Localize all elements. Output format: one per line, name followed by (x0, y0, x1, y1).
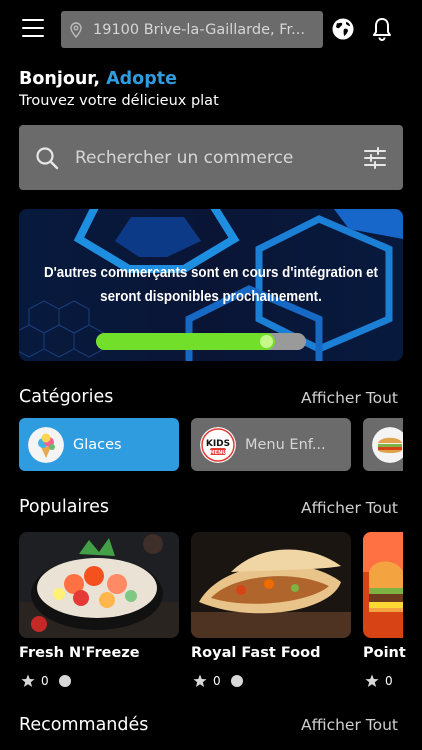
map-pin-icon (70, 21, 82, 38)
banner-message: D'autres commerçants sont en cours d'int… (34, 261, 387, 309)
top-bar: 19100 Brive-la-Gaillarde, Fr... (0, 0, 422, 60)
popular-see-all-link[interactable]: Afficher Tout (301, 499, 398, 517)
progress-knob (259, 335, 273, 348)
restaurant-name: Royal Fast Food (191, 645, 321, 661)
location-selector[interactable]: 19100 Brive-la-Gaillarde, Fr... (61, 11, 323, 48)
category-label: Glaces (73, 436, 122, 453)
location-text: 19100 Brive-la-Gaillarde, Fr... (93, 21, 305, 38)
banner-line-2: seront disponibles prochainement. (100, 289, 322, 305)
sandwich-icon (372, 426, 403, 463)
restaurant-card-fresh-n-freeze[interactable]: Fresh N'Freeze 0 (19, 532, 179, 688)
banner-line-1: D'autres commerçants sont en cours d'int… (44, 265, 378, 281)
greeting-hello: Bonjour, (19, 69, 101, 89)
globe-icon[interactable] (332, 18, 354, 40)
restaurant-rating: 0 (365, 674, 393, 688)
category-chip-partial[interactable] (363, 418, 403, 471)
progress-bar (96, 333, 306, 350)
search-icon (36, 146, 59, 169)
status-dot-icon (58, 675, 71, 687)
restaurant-rating: 0 (21, 674, 71, 688)
greeting: Bonjour, Adopte (19, 69, 177, 89)
restaurant-name: Fresh N'Freeze (19, 645, 140, 661)
categories-title: Catégories (19, 387, 114, 407)
kids-logo-subtext: MENU (210, 450, 227, 456)
kids-logo-text: KIDS (206, 439, 230, 449)
star-icon (365, 674, 379, 687)
status-dot-icon (230, 675, 243, 687)
search-bar[interactable]: Rechercher un commerce (19, 125, 403, 190)
categories-see-all-link[interactable]: Afficher Tout (301, 389, 398, 407)
rating-value: 0 (213, 674, 221, 688)
rating-value: 0 (385, 674, 393, 688)
ice-cream-icon (28, 426, 64, 463)
bell-icon[interactable] (372, 17, 392, 41)
user-name: Adopte (106, 69, 177, 89)
popular-title: Populaires (19, 497, 109, 517)
filter-icon[interactable] (363, 146, 387, 169)
star-icon (193, 674, 207, 687)
restaurant-image (191, 532, 351, 638)
recommended-title: Recommandés (19, 715, 149, 735)
category-chip-menu-enfant[interactable]: KIDS MENU Menu Enf... (191, 418, 351, 471)
search-input[interactable]: Rechercher un commerce (75, 148, 363, 168)
greeting-subtitle: Trouvez votre délicieux plat (19, 93, 219, 109)
kids-menu-logo: KIDS MENU (200, 426, 236, 463)
category-chip-glaces[interactable]: Glaces (19, 418, 179, 471)
restaurant-name: Point (363, 645, 406, 661)
star-icon (21, 674, 35, 687)
restaurant-image (363, 532, 403, 638)
recommended-see-all-link[interactable]: Afficher Tout (301, 716, 398, 734)
progress-fill (96, 333, 275, 350)
rating-value: 0 (41, 674, 49, 688)
menu-icon[interactable] (22, 19, 44, 37)
restaurant-rating: 0 (193, 674, 243, 688)
restaurant-image (19, 532, 179, 638)
restaurant-card-royal-fast-food[interactable]: Royal Fast Food 0 (191, 532, 351, 688)
restaurant-card-point[interactable]: Point 0 (363, 532, 422, 688)
category-label: Menu Enf... (245, 436, 326, 453)
